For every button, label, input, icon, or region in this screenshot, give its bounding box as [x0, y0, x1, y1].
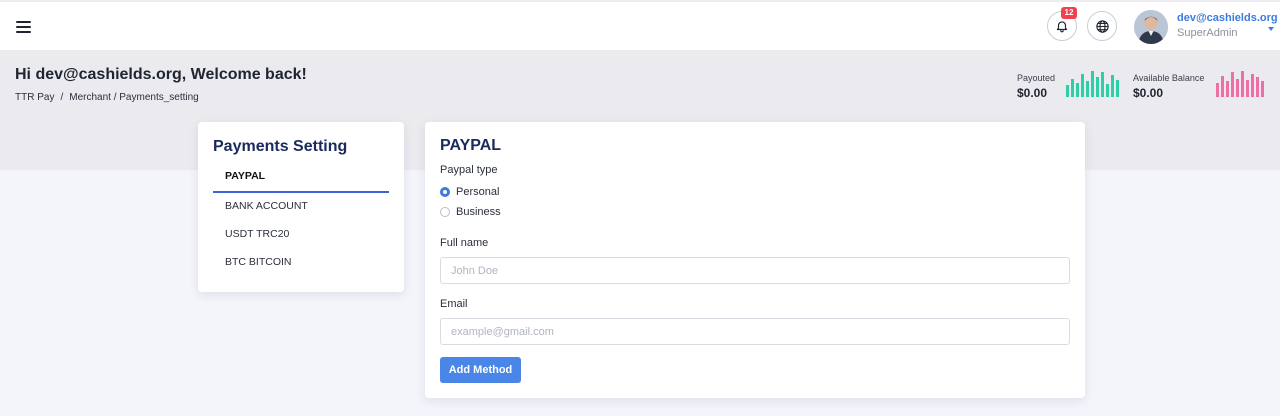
- sparkline-bar: [1226, 81, 1229, 97]
- sparkline-bar: [1081, 74, 1084, 97]
- full-name-label: Full name: [440, 237, 489, 249]
- breadcrumb-separator: /: [60, 92, 64, 103]
- payouted-value: $0.00: [1017, 86, 1048, 100]
- sparkline-bar: [1066, 85, 1069, 97]
- payouted-sparkline: [1066, 71, 1119, 97]
- paypal-type-label: Paypal type: [440, 164, 498, 176]
- radio-business-circle[interactable]: [440, 207, 450, 217]
- available-balance-sparkline: [1216, 71, 1264, 97]
- sparkline-bar: [1076, 83, 1079, 97]
- sidebar-item-paypal[interactable]: PAYPAL: [213, 170, 389, 193]
- user-role: SuperAdmin: [1177, 27, 1238, 39]
- available-balance-value: $0.00: [1133, 86, 1164, 100]
- sidebar-item-bank-account[interactable]: BANK ACCOUNT: [213, 200, 389, 222]
- globe-icon: [1095, 19, 1109, 33]
- sparkline-bar: [1111, 75, 1114, 97]
- radio-personal-circle[interactable]: [440, 187, 450, 197]
- sparkline-bar: [1261, 81, 1264, 97]
- sparkline-bar: [1236, 79, 1239, 97]
- radio-personal-label: Personal: [456, 186, 500, 198]
- add-method-button[interactable]: Add Method: [440, 357, 521, 383]
- caret-down-icon[interactable]: [1268, 27, 1274, 31]
- notification-count-badge: 12: [1061, 7, 1077, 19]
- sidebar-item-btc-bitcoin[interactable]: BTC BITCOIN: [213, 256, 389, 278]
- sparkline-bar: [1116, 80, 1119, 97]
- breadcrumb-item-current: Merchant / Payments_setting: [69, 92, 199, 103]
- sparkline-bar: [1071, 79, 1074, 97]
- sparkline-bar: [1096, 77, 1099, 97]
- top-navbar: 12 dev@cashields.org SuperAdmin: [0, 0, 1280, 50]
- sparkline-bar: [1221, 76, 1224, 97]
- full-name-input[interactable]: [440, 257, 1070, 284]
- user-avatar-icon: [1134, 10, 1168, 44]
- sparkline-bar: [1086, 81, 1089, 97]
- payments-setting-title: Payments Setting: [213, 138, 348, 155]
- email-label: Email: [440, 298, 468, 310]
- sparkline-bar: [1216, 83, 1219, 97]
- breadcrumb: TTR Pay / Merchant / Payments_setting: [15, 92, 199, 103]
- hamburger-menu-icon[interactable]: [16, 21, 31, 33]
- available-balance-label: Available Balance: [1133, 73, 1205, 83]
- sparkline-bar: [1231, 72, 1234, 97]
- sparkline-bar: [1256, 77, 1259, 97]
- breadcrumb-item-home[interactable]: TTR Pay: [15, 92, 54, 103]
- page-title: Hi dev@cashields.org, Welcome back!: [15, 66, 307, 83]
- sparkline-bar: [1241, 71, 1244, 97]
- avatar[interactable]: [1134, 10, 1168, 44]
- sparkline-bar: [1246, 80, 1249, 97]
- sparkline-bar: [1091, 71, 1094, 97]
- payments-setting-card: Payments Setting PAYPAL BANK ACCOUNT USD…: [198, 122, 404, 292]
- radio-personal[interactable]: Personal: [440, 186, 499, 198]
- radio-business-label: Business: [456, 206, 501, 218]
- sparkline-bar: [1251, 74, 1254, 97]
- sidebar-item-usdt-trc20[interactable]: USDT TRC20: [213, 228, 389, 250]
- form-title: PAYPAL: [440, 137, 502, 154]
- bell-icon: [1056, 21, 1068, 33]
- language-button[interactable]: [1087, 11, 1117, 41]
- email-input[interactable]: [440, 318, 1070, 345]
- user-email[interactable]: dev@cashields.org: [1177, 12, 1278, 24]
- payouted-label: Payouted: [1017, 73, 1056, 83]
- sparkline-bar: [1101, 72, 1104, 97]
- radio-business[interactable]: Business: [440, 206, 501, 218]
- paypal-form-card: PAYPAL Paypal type Personal Business Ful…: [425, 122, 1085, 398]
- sparkline-bar: [1106, 84, 1109, 97]
